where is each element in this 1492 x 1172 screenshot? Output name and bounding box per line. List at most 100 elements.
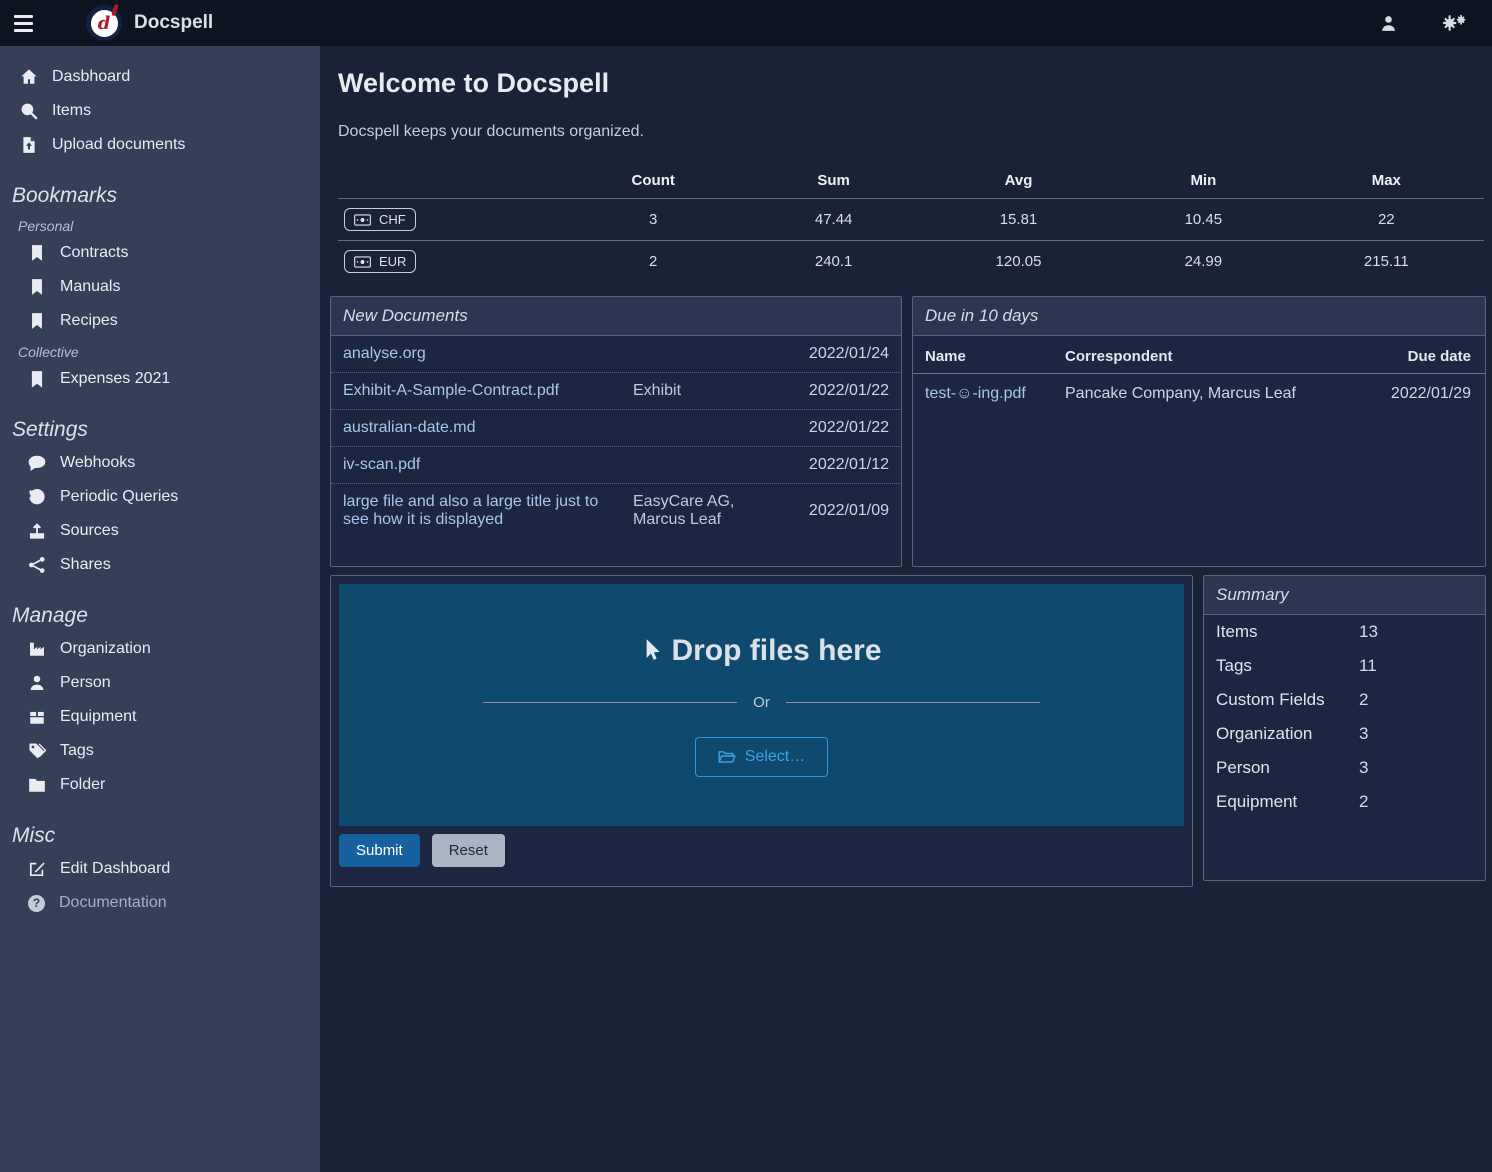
currency-chip-eur[interactable]: EUR	[344, 250, 416, 273]
search-icon	[20, 102, 38, 120]
panel-title: Due in 10 days	[913, 297, 1485, 336]
mouse-pointer-icon	[641, 637, 661, 664]
history-icon	[28, 488, 46, 506]
sidebar-item-label: Edit Dashboard	[60, 860, 170, 878]
sidebar-item-items[interactable]: Items	[14, 94, 310, 128]
document-link[interactable]: test-☺-ing.pdf	[925, 385, 1026, 402]
summary-row: Equipment 2	[1204, 785, 1485, 819]
summary-label: Custom Fields	[1216, 690, 1359, 710]
user-icon	[1379, 14, 1398, 33]
currency-chip-chf[interactable]: CHF	[344, 208, 416, 231]
document-link[interactable]: analyse.org	[343, 345, 623, 363]
stat-value: 3	[558, 199, 748, 241]
sidebar-item-dashboard[interactable]: Dasbhoard	[14, 60, 310, 94]
sidebar-item-bookmark-expenses-2021[interactable]: Expenses 2021	[22, 362, 310, 396]
panel-title: New Documents	[331, 297, 901, 336]
summary-label: Person	[1216, 758, 1359, 778]
sidebar-item-sources[interactable]: Sources	[22, 514, 310, 548]
summary-label: Equipment	[1216, 792, 1359, 812]
submit-button[interactable]: Submit	[339, 834, 420, 867]
file-dropzone[interactable]: Drop files here Or Select…	[339, 584, 1184, 826]
sidebar-item-person[interactable]: Person	[22, 666, 310, 700]
document-date: 2022/01/22	[793, 419, 889, 437]
sidebar-item-tags[interactable]: Tags	[22, 734, 310, 768]
due-table: Name Correspondent Due date test-☺-ing.p…	[913, 338, 1485, 413]
sidebar-item-webhooks[interactable]: Webhooks	[22, 446, 310, 480]
summary-panel: Summary Items 13 Tags 11 Custom Fields 2…	[1203, 575, 1486, 881]
sidebar-item-label: Folder	[60, 776, 105, 794]
document-date: 2022/01/09	[793, 502, 889, 520]
stats-row-chf: CHF 3 47.44 15.81 10.45 22	[338, 199, 1484, 241]
sidebar-item-label: Tags	[60, 742, 94, 760]
dropzone-title: Drop files here	[641, 634, 881, 668]
file-upload-icon	[20, 136, 38, 154]
stat-value: 215.11	[1289, 241, 1484, 283]
settings-menu-button[interactable]	[1438, 10, 1470, 36]
select-files-button[interactable]: Select…	[695, 737, 828, 777]
sidebar-item-folder[interactable]: Folder	[22, 768, 310, 802]
due-col-date: Due date	[1365, 338, 1485, 374]
question-circle-icon: ?	[28, 895, 45, 912]
sidebar-item-label: Equipment	[60, 708, 137, 726]
due-correspondent: Pancake Company, Marcus Leaf	[1053, 374, 1365, 414]
sidebar-item-label: Recipes	[60, 312, 118, 330]
summary-value: 2	[1359, 690, 1368, 710]
sidebar-item-label: Dasbhoard	[52, 68, 130, 86]
sidebar-item-bookmark-recipes[interactable]: Recipes	[22, 304, 310, 338]
summary-row: Custom Fields 2	[1204, 683, 1485, 717]
stats-col-avg: Avg	[919, 163, 1118, 199]
sidebar-item-documentation[interactable]: ? Documentation	[22, 886, 310, 920]
bookmark-group-personal: Personal	[10, 212, 310, 236]
sidebar-item-bookmark-contracts[interactable]: Contracts	[22, 236, 310, 270]
sidebar-item-label: Documentation	[59, 894, 167, 912]
stats-col-min: Min	[1118, 163, 1289, 199]
sidebar-item-equipment[interactable]: Equipment	[22, 700, 310, 734]
document-date: 2022/01/24	[793, 345, 889, 363]
sidebar-item-periodic-queries[interactable]: Periodic Queries	[22, 480, 310, 514]
comment-icon	[28, 454, 46, 472]
sidebar-item-label: Webhooks	[60, 454, 135, 472]
document-link[interactable]: Exhibit-A-Sample-Contract.pdf	[343, 382, 623, 400]
summary-row: Organization 3	[1204, 717, 1485, 751]
sidebar-item-label: Expenses 2021	[60, 370, 170, 388]
sidebar-item-label: Organization	[60, 640, 151, 658]
bookmark-icon	[28, 244, 46, 262]
stats-col-max: Max	[1289, 163, 1484, 199]
stat-value: 2	[558, 241, 748, 283]
document-date: 2022/01/22	[793, 382, 889, 400]
equipment-icon	[28, 708, 46, 726]
share-nodes-icon	[28, 556, 46, 574]
home-icon	[20, 68, 38, 86]
sidebar-item-bookmark-manuals[interactable]: Manuals	[22, 270, 310, 304]
sidebar-item-label: Manuals	[60, 278, 120, 296]
menu-toggle-icon[interactable]	[14, 11, 38, 36]
bookmark-icon	[28, 312, 46, 330]
document-link[interactable]: iv-scan.pdf	[343, 456, 623, 474]
sidebar-item-shares[interactable]: Shares	[22, 548, 310, 582]
sidebar-item-organization[interactable]: Organization	[22, 632, 310, 666]
sidebar-item-label: Periodic Queries	[60, 488, 178, 506]
sidebar-item-upload-documents[interactable]: Upload documents	[14, 128, 310, 162]
sidebar: Dasbhoard Items Upload documents Bookmar…	[0, 46, 320, 1172]
sidebar-item-label: Sources	[60, 522, 119, 540]
reset-button[interactable]: Reset	[432, 834, 505, 867]
tags-icon	[28, 742, 46, 760]
due-date: 2022/01/29	[1365, 374, 1485, 414]
sidebar-item-label: Upload documents	[52, 136, 185, 154]
document-link[interactable]: australian-date.md	[343, 419, 623, 437]
section-title-misc: Misc	[10, 820, 310, 852]
stat-value: 24.99	[1118, 241, 1289, 283]
document-info: EasyCare AG, Marcus Leaf	[633, 493, 783, 529]
document-link[interactable]: large file and also a large title just t…	[343, 493, 623, 529]
stats-row-eur: EUR 2 240.1 120.05 24.99 215.11	[338, 241, 1484, 283]
section-title-settings: Settings	[10, 414, 310, 446]
due-panel: Due in 10 days Name Correspondent Due da…	[912, 296, 1486, 567]
document-row: Exhibit-A-Sample-Contract.pdf Exhibit 20…	[331, 372, 901, 409]
summary-label: Organization	[1216, 724, 1359, 744]
summary-row: Items 13	[1204, 615, 1485, 649]
sidebar-item-edit-dashboard[interactable]: Edit Dashboard	[22, 852, 310, 886]
summary-value: 3	[1359, 758, 1368, 778]
document-row: analyse.org 2022/01/24	[331, 336, 901, 372]
user-menu-button[interactable]	[1375, 10, 1402, 37]
app-logo[interactable]: d Docspell	[86, 5, 213, 41]
